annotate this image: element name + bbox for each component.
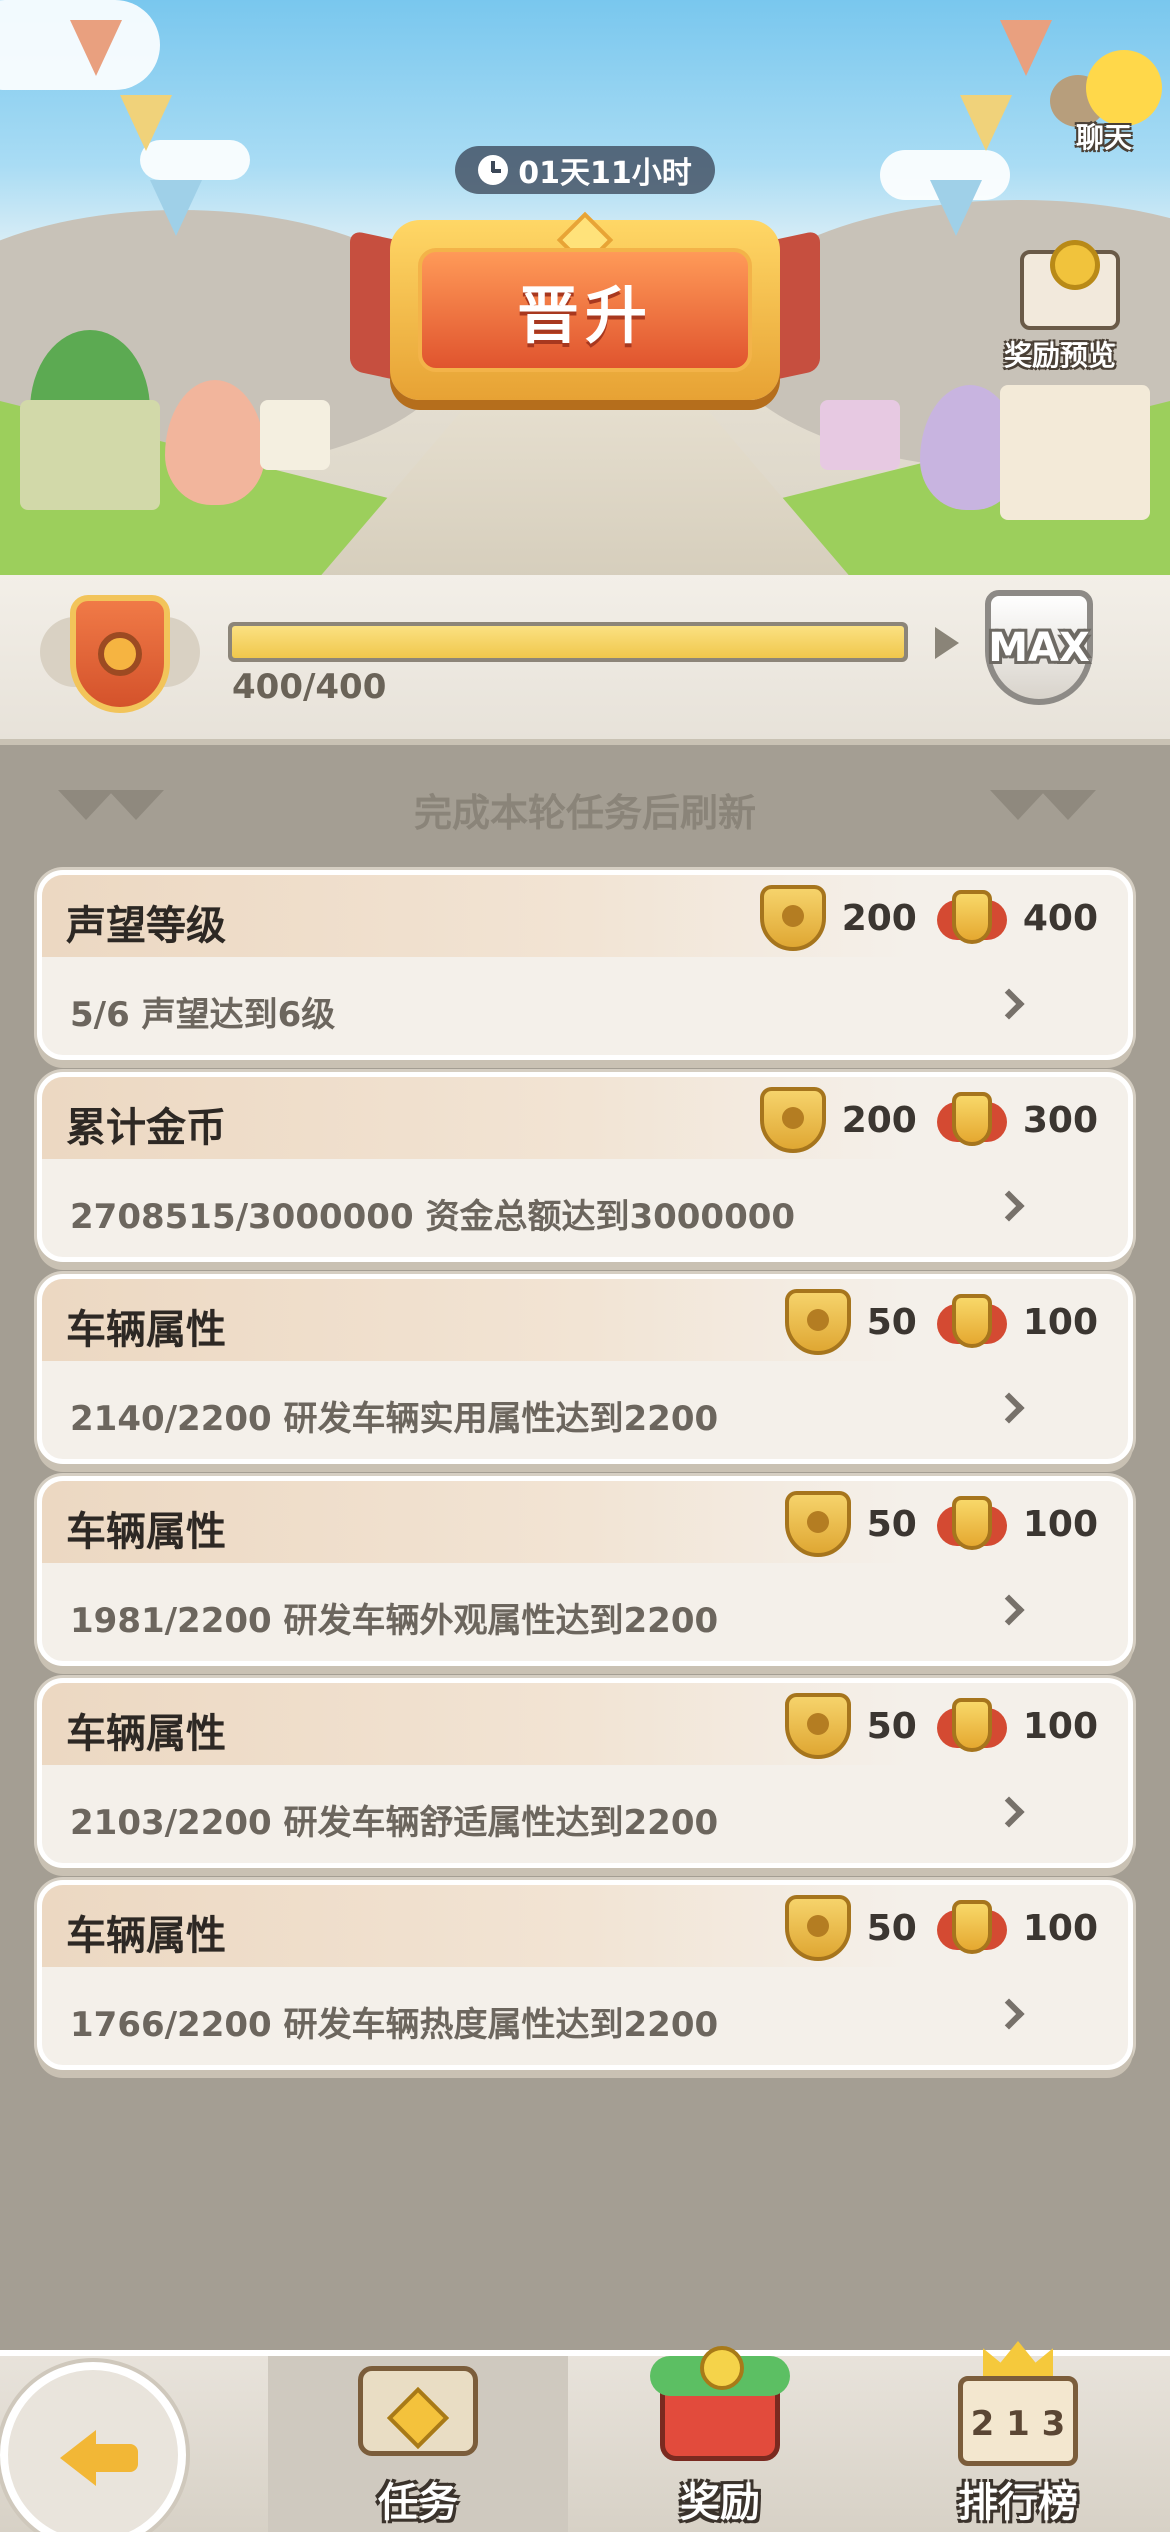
task-card[interactable]: 车辆属性 50 100 2103/2200 研发车辆舒适属性达到2200: [37, 1678, 1133, 1868]
bunting-flag: [120, 95, 172, 151]
task-card[interactable]: 声望等级 200 400 5/6 声望达到6级: [37, 870, 1133, 1060]
task-description: 2708515/3000000 资金总额达到3000000: [70, 1197, 796, 1237]
tab-leaderboard[interactable]: 2 1 3 排行榜: [868, 2341, 1168, 2532]
task-rewards: 200 300: [759, 1087, 1098, 1153]
tab-leaderboard-label: 排行榜: [958, 2480, 1078, 2526]
scroll-quest-icon: [348, 2346, 488, 2476]
gold-shield-icon: [784, 1491, 851, 1557]
gold-shield-icon: [784, 1895, 851, 1961]
chat-label: 聊天: [1076, 121, 1133, 154]
banner-frame: 晋升: [390, 211, 780, 400]
task-title: 车辆属性: [66, 1711, 226, 1757]
chevron-down-icon: [990, 790, 1100, 830]
tab-rewards[interactable]: 奖励: [570, 2346, 870, 2532]
task-rewards: 50 100: [784, 1491, 1098, 1557]
gift-bag-icon: [650, 2346, 790, 2476]
key-icon: [1050, 240, 1100, 290]
gold-shield-icon: [784, 1289, 851, 1355]
bunting-flag: [70, 20, 122, 76]
gift-box: [1000, 385, 1150, 520]
task-title: 车辆属性: [66, 1307, 226, 1353]
task-description: 5/6 声望达到6级: [70, 995, 336, 1035]
progress-bar-fill: [232, 626, 904, 658]
reward-value: 50: [866, 1503, 917, 1545]
tab-rewards-label: 奖励: [680, 2480, 760, 2526]
progress-bar: [228, 622, 908, 662]
task-description: 1766/2200 研发车辆热度属性达到2200: [70, 2005, 719, 2045]
reward-value: 300: [1022, 1099, 1098, 1141]
rank-progress-strip: 400/400 MAX: [0, 575, 1170, 745]
reward-preview-button[interactable]: 奖励预览: [1000, 230, 1160, 380]
chevron-right-icon[interactable]: [993, 1594, 1025, 1626]
task-title: 声望等级: [66, 903, 226, 949]
task-rewards: 50 100: [784, 1289, 1098, 1355]
reward-value: 50: [866, 1907, 917, 1949]
task-card[interactable]: 车辆属性 50 100 1981/2200 研发车辆外观属性达到2200: [37, 1476, 1133, 1666]
reward-value: 100: [1022, 1503, 1098, 1545]
chevron-right-icon[interactable]: [993, 1392, 1025, 1424]
reward-value: 200: [841, 1099, 917, 1141]
badge-core: [98, 632, 142, 676]
tab-tasks[interactable]: 任务: [268, 2356, 568, 2532]
reward-value: 100: [1022, 1705, 1098, 1747]
back-arrow-icon: [60, 2430, 140, 2486]
task-description: 1981/2200 研发车辆外观属性达到2200: [70, 1601, 719, 1641]
chevron-right-icon[interactable]: [993, 988, 1025, 1020]
reward-value: 50: [866, 1705, 917, 1747]
task-card[interactable]: 累计金币 200 300 2708515/3000000 资金总额达到30000…: [37, 1072, 1133, 1262]
task-card[interactable]: 车辆属性 50 100 1766/2200 研发车辆热度属性达到2200: [37, 1880, 1133, 2070]
red-crest-icon: [936, 886, 1007, 950]
task-rewards: 50 100: [784, 1895, 1098, 1961]
progress-text: 400/400: [232, 667, 387, 707]
task-rewards: 50 100: [784, 1693, 1098, 1759]
task-description: 2103/2200 研发车辆舒适属性达到2200: [70, 1803, 719, 1843]
chat-face-icon: [1086, 50, 1162, 126]
reward-value: 400: [1022, 897, 1098, 939]
gold-shield-icon: [784, 1693, 851, 1759]
bunting-flag: [930, 180, 982, 236]
reward-value: 50: [866, 1301, 917, 1343]
road: [300, 400, 870, 590]
chevron-right-icon[interactable]: [993, 1998, 1025, 2030]
clock-icon: [478, 155, 509, 185]
task-title: 车辆属性: [66, 1509, 226, 1555]
promotion-scene: 01天11小时 晋升 聊天 奖励预览: [0, 0, 1170, 590]
countdown-timer: 01天11小时: [455, 146, 715, 194]
reward-value: 200: [841, 897, 917, 939]
bunting-flag: [150, 180, 202, 236]
red-crest-icon: [936, 1492, 1007, 1556]
red-crest-icon: [936, 1896, 1007, 1960]
task-title: 车辆属性: [66, 1913, 226, 1959]
reward-value: 100: [1022, 1301, 1098, 1343]
gold-shield-icon: [759, 885, 826, 951]
reward-value: 100: [1022, 1907, 1098, 1949]
red-crest-icon: [936, 1694, 1007, 1758]
page-title: 晋升: [418, 248, 752, 372]
reward-preview-label: 奖励预览: [1004, 339, 1117, 372]
task-description: 2140/2200 研发车辆实用属性达到2200: [70, 1399, 719, 1439]
red-crest-icon: [936, 1088, 1007, 1152]
badge-shield: [70, 595, 170, 713]
task-card[interactable]: 车辆属性 50 100 2140/2200 研发车辆实用属性达到2200: [37, 1274, 1133, 1464]
chevron-right-icon[interactable]: [993, 1190, 1025, 1222]
gold-shield-icon: [759, 1087, 826, 1153]
bunting-flag: [1000, 20, 1052, 76]
task-rewards: 200 400: [759, 885, 1098, 951]
red-crest-icon: [936, 1290, 1007, 1354]
chat-button[interactable]: 聊天: [1050, 50, 1170, 160]
podium-crown-icon: 2 1 3: [948, 2341, 1088, 2476]
task-list: 声望等级 200 400 5/6 声望达到6级 累计金币 200 300 270…: [37, 870, 1133, 2082]
promotion-title-banner: 晋升: [320, 195, 850, 425]
chevron-right-icon[interactable]: [993, 1796, 1025, 1828]
bunting-flag: [960, 95, 1012, 151]
max-rank-badge: MAX: [985, 590, 1093, 705]
task-title: 累计金币: [66, 1105, 226, 1151]
rank-badge-icon: [40, 587, 200, 737]
gift-box: [20, 400, 160, 510]
tab-tasks-label: 任务: [378, 2480, 458, 2526]
timer-text: 01天11小时: [518, 156, 692, 191]
podium-digits: 2 1 3: [970, 2404, 1066, 2444]
next-arrow-icon: [935, 627, 959, 659]
